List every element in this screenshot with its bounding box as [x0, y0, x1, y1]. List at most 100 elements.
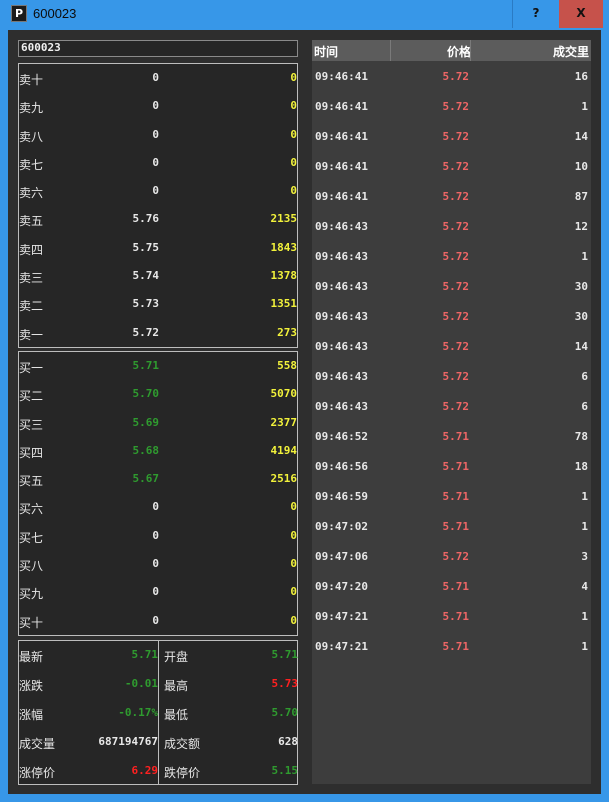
- column-separator[interactable]: [470, 40, 471, 61]
- trade-row[interactable]: 09:46:52 5.71 78: [312, 421, 591, 451]
- trade-row[interactable]: 09:46:43 5.72 6: [312, 391, 591, 421]
- trade-price: 5.72: [442, 280, 470, 293]
- trade-volume: 87: [574, 190, 588, 203]
- ask-row: 卖五 5.76 2135: [19, 205, 297, 233]
- ask-price: 5.76: [132, 212, 160, 226]
- trade-row[interactable]: 09:46:41 5.72 16: [312, 61, 591, 91]
- stat-label: 最高: [164, 679, 189, 693]
- ask-row: 卖六 0 0: [19, 177, 297, 205]
- stock-code-input[interactable]: 600023: [18, 40, 298, 57]
- stat-value-change: -0.01: [124, 677, 158, 690]
- stat-row-low: 最低 5.70: [159, 699, 298, 728]
- trade-time: 09:46:43: [315, 250, 368, 263]
- stat-label: 跌停价: [164, 766, 201, 780]
- trade-time: 09:46:41: [315, 100, 368, 113]
- trade-row[interactable]: 09:46:56 5.71 18: [312, 451, 591, 481]
- trade-time: 09:46:43: [315, 310, 368, 323]
- bid-row: 买九 0 0: [19, 578, 297, 606]
- trade-row[interactable]: 09:46:43 5.72 30: [312, 301, 591, 331]
- trade-time: 09:46:43: [315, 280, 368, 293]
- ask-volume: 1378: [270, 269, 298, 283]
- bid-volume: 0: [290, 557, 297, 571]
- trade-row[interactable]: 09:46:43 5.72 1: [312, 241, 591, 271]
- trade-price: 5.71: [442, 580, 470, 593]
- trade-row[interactable]: 09:46:41 5.72 87: [312, 181, 591, 211]
- ask-level-label: 卖一: [19, 327, 44, 342]
- trade-volume: 4: [581, 580, 588, 593]
- bid-volume: 2516: [270, 472, 298, 486]
- trade-volume: 1: [581, 250, 588, 263]
- trade-row[interactable]: 09:46:41 5.72 10: [312, 151, 591, 181]
- ask-price: 0: [152, 184, 159, 198]
- bid-volume: 2377: [270, 415, 298, 429]
- trade-row[interactable]: 09:46:43 5.72 6: [312, 361, 591, 391]
- trade-row[interactable]: 09:46:43 5.72 12: [312, 211, 591, 241]
- bid-level-label: 买一: [19, 361, 44, 375]
- column-header-price[interactable]: 价格: [447, 43, 471, 60]
- trade-price: 5.72: [442, 160, 470, 173]
- trade-time: 09:47:21: [315, 640, 368, 653]
- trade-time: 09:46:41: [315, 70, 368, 83]
- trade-row[interactable]: 09:46:41 5.72 1: [312, 91, 591, 121]
- stat-row-latest: 最新 5.71: [19, 641, 158, 670]
- bid-price: 0: [152, 613, 159, 627]
- trade-volume: 1: [581, 490, 588, 503]
- trade-row[interactable]: 09:46:59 5.71 1: [312, 481, 591, 511]
- trade-volume: 6: [581, 400, 588, 413]
- trade-volume: 18: [574, 460, 588, 473]
- bid-price: 0: [152, 500, 159, 514]
- trade-row[interactable]: 09:47:20 5.71 4: [312, 571, 591, 601]
- bid-price: 5.70: [132, 387, 160, 401]
- bid-row: 买十 0 0: [19, 607, 297, 635]
- ask-price: 5.73: [132, 297, 160, 311]
- bid-level-label: 买五: [19, 474, 44, 489]
- trade-price: 5.72: [442, 190, 470, 203]
- stat-row-limit-up: 涨停价 6.29: [19, 757, 158, 786]
- trade-row[interactable]: 09:47:06 5.72 3: [312, 541, 591, 571]
- trade-time: 09:46:43: [315, 370, 368, 383]
- ask-level-label: 卖七: [19, 157, 44, 172]
- column-header-volume[interactable]: 成交里: [553, 43, 589, 60]
- bid-volume: 0: [290, 500, 297, 514]
- trade-time: 09:46:56: [315, 460, 368, 473]
- trade-row[interactable]: 09:47:02 5.71 1: [312, 511, 591, 541]
- stat-row-change: 涨跌 -0.01: [19, 670, 158, 699]
- close-button[interactable]: X: [559, 0, 603, 28]
- ask-volume: 273: [277, 325, 297, 339]
- bid-price: 5.67: [132, 472, 160, 486]
- trade-volume: 12: [574, 220, 588, 233]
- stat-value-low: 5.70: [271, 706, 299, 719]
- trade-row[interactable]: 09:46:43 5.72 14: [312, 331, 591, 361]
- trade-price: 5.71: [442, 520, 470, 533]
- trade-price: 5.72: [442, 220, 470, 233]
- bid-order-book: 买一 5.71 558 买二 5.70 5070 买三 5.69 2377 买四…: [18, 351, 298, 636]
- trade-ticks-table[interactable]: 时间 价格 成交里 09:46:41 5.72 16 09:46:41 5.72 1 09:…: [312, 40, 591, 784]
- trade-row[interactable]: 09:47:21 5.71 1: [312, 631, 591, 661]
- trade-row[interactable]: 09:46:41 5.72 14: [312, 121, 591, 151]
- column-header-time[interactable]: 时间: [314, 43, 338, 60]
- title-bar[interactable]: P 600023 ? X: [0, 0, 609, 30]
- trade-time: 09:47:06: [315, 550, 368, 563]
- trade-volume: 6: [581, 370, 588, 383]
- trade-time: 09:47:02: [315, 520, 368, 533]
- stat-row-change-pct: 涨幅 -0.17%: [19, 699, 158, 728]
- stat-label: 最新: [19, 650, 44, 664]
- help-button[interactable]: ?: [512, 0, 559, 28]
- trade-volume: 1: [581, 520, 588, 533]
- stat-label: 成交额: [164, 737, 201, 751]
- trade-price: 5.72: [442, 100, 470, 113]
- column-separator[interactable]: [390, 40, 391, 61]
- ask-row: 卖十 0 0: [19, 64, 297, 92]
- stat-label: 开盘: [164, 650, 189, 664]
- trade-row[interactable]: 09:47:21 5.71 1: [312, 601, 591, 631]
- ask-volume: 0: [290, 184, 297, 198]
- stat-row-open: 开盘 5.71: [159, 641, 298, 670]
- bid-volume: 5070: [270, 387, 298, 401]
- stat-label: 涨幅: [19, 708, 44, 722]
- bid-row: 买三 5.69 2377: [19, 409, 297, 437]
- ask-volume: 0: [290, 71, 297, 84]
- trade-time: 09:46:52: [315, 430, 368, 443]
- trade-price: 5.72: [442, 70, 470, 83]
- trade-time: 09:46:41: [315, 190, 368, 203]
- trade-row[interactable]: 09:46:43 5.72 30: [312, 271, 591, 301]
